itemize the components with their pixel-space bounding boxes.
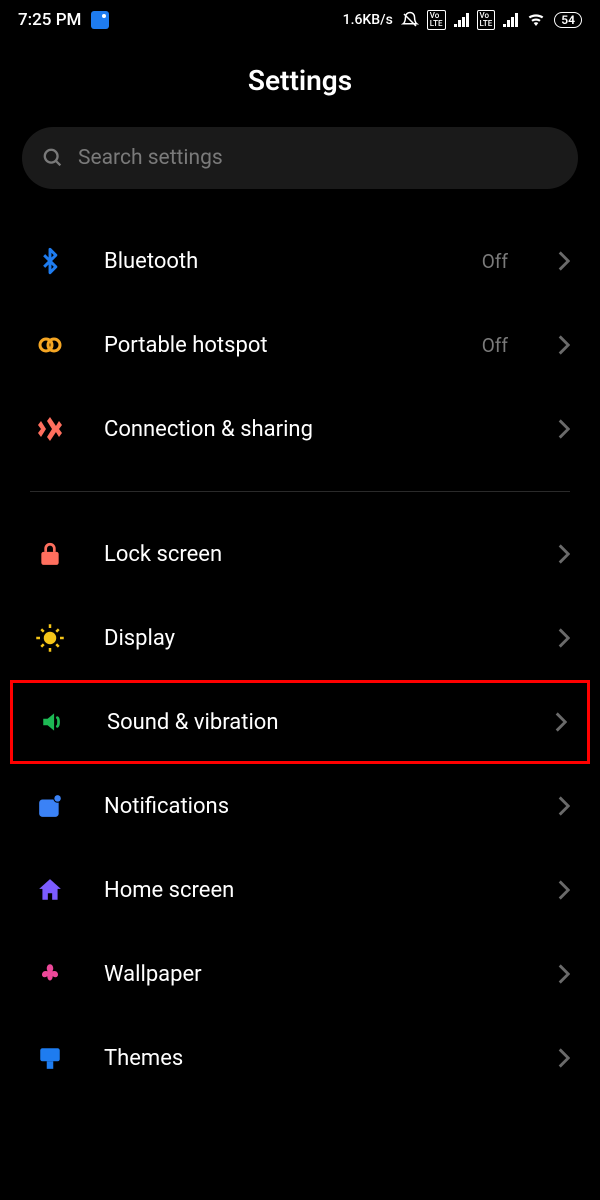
dnd-icon (401, 11, 419, 29)
themes-icon (34, 1042, 66, 1074)
chevron-right-icon (558, 796, 570, 816)
row-bluetooth[interactable]: Bluetooth Off (0, 219, 600, 303)
speaker-icon (37, 706, 69, 738)
volte-icon-1: VoLTE (427, 10, 446, 30)
search-bar[interactable] (22, 127, 578, 189)
wifi-icon (526, 12, 546, 28)
chevron-right-icon (558, 544, 570, 564)
row-value: Off (482, 334, 508, 357)
row-display[interactable]: Display (0, 596, 600, 680)
row-label: Sound & vibration (107, 710, 517, 735)
notifications-icon (34, 790, 66, 822)
row-home-screen[interactable]: Home screen (0, 848, 600, 932)
volte-icon-2: VoLTE (477, 10, 496, 30)
search-input[interactable] (78, 146, 558, 170)
settings-list: Bluetooth Off Portable hotspot Off Conne… (0, 219, 600, 1100)
connection-icon (34, 413, 66, 445)
chevron-right-icon (558, 964, 570, 984)
row-lock-screen[interactable]: Lock screen (0, 512, 600, 596)
chevron-right-icon (558, 1048, 570, 1068)
hotspot-icon (34, 329, 66, 361)
row-label: Portable hotspot (104, 333, 444, 358)
sun-icon (34, 622, 66, 654)
row-sound-vibration[interactable]: Sound & vibration (10, 680, 590, 764)
divider (30, 491, 570, 492)
home-icon (34, 874, 66, 906)
row-label: Connection & sharing (104, 417, 520, 442)
file-manager-icon (91, 11, 109, 29)
page-title: Settings (0, 40, 600, 127)
flower-icon (34, 958, 66, 990)
row-label: Themes (104, 1046, 520, 1071)
chevron-right-icon (555, 712, 567, 732)
network-speed: 1.6KB/s (343, 12, 393, 28)
search-icon (42, 147, 64, 169)
chevron-right-icon (558, 335, 570, 355)
row-label: Home screen (104, 878, 520, 903)
row-label: Lock screen (104, 542, 520, 567)
signal-icon-1 (454, 13, 469, 27)
row-themes[interactable]: Themes (0, 1016, 600, 1100)
battery-indicator: 54 (554, 12, 582, 28)
signal-icon-2 (503, 13, 518, 27)
status-bar: 7:25 PM 1.6KB/s VoLTE VoLTE 54 (0, 0, 600, 40)
chevron-right-icon (558, 419, 570, 439)
chevron-right-icon (558, 628, 570, 648)
row-label: Notifications (104, 794, 520, 819)
row-label: Display (104, 626, 520, 651)
status-time: 7:25 PM (18, 10, 81, 30)
bluetooth-icon (34, 245, 66, 277)
row-connection-sharing[interactable]: Connection & sharing (0, 387, 600, 471)
row-value: Off (482, 250, 508, 273)
row-hotspot[interactable]: Portable hotspot Off (0, 303, 600, 387)
chevron-right-icon (558, 251, 570, 271)
chevron-right-icon (558, 880, 570, 900)
row-notifications[interactable]: Notifications (0, 764, 600, 848)
row-label: Bluetooth (104, 249, 444, 274)
lock-icon (34, 538, 66, 570)
row-wallpaper[interactable]: Wallpaper (0, 932, 600, 1016)
row-label: Wallpaper (104, 962, 520, 987)
